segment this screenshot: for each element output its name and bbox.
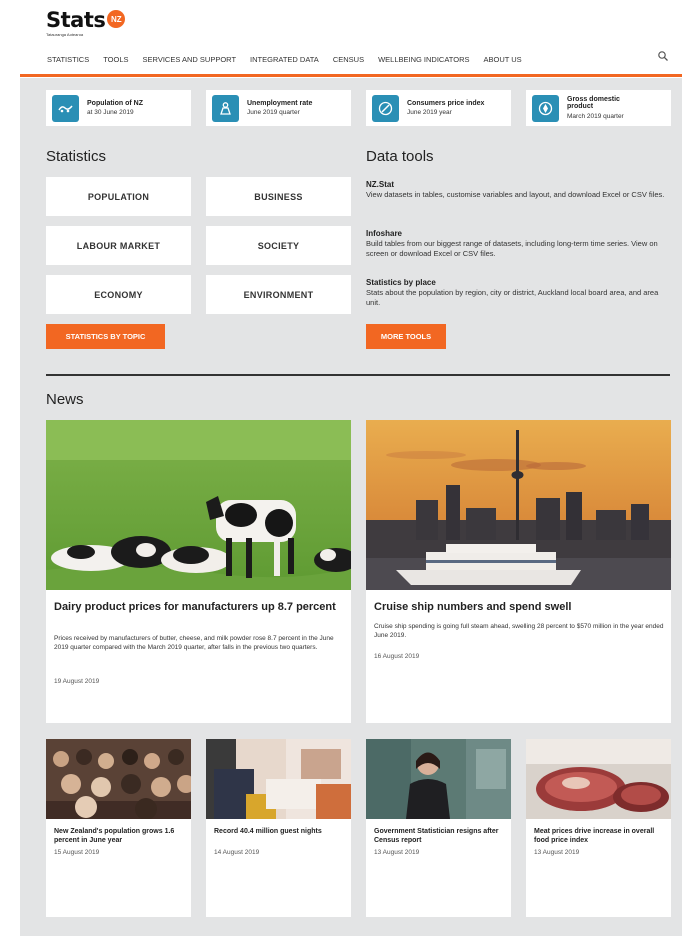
cpi-icon [372, 94, 399, 122]
tool-title: Statistics by place [366, 278, 436, 287]
tool-nz-stat[interactable]: NZ.Stat View datasets in tables, customi… [366, 180, 666, 200]
tile-cpi[interactable]: Consumers price index June 2019 year [366, 90, 511, 126]
tool-description: Build tables from our biggest range of d… [366, 239, 658, 258]
news-date: 14 August 2019 [214, 849, 260, 856]
news-title[interactable]: New Zealand's population grows 1.6 perce… [54, 827, 186, 846]
nav-statistics[interactable]: STATISTICS [47, 55, 89, 64]
logo-wordmark: Stats [46, 8, 106, 32]
category-business[interactable]: BUSINESS [206, 177, 351, 216]
tile-population[interactable]: Population of NZ at 30 June 2019 [46, 90, 191, 126]
government-statistician-image [366, 739, 511, 819]
tile-gdp[interactable]: Gross domestic product March 2019 quarter [526, 90, 671, 126]
news-title[interactable]: Record 40.4 million guest nights [214, 827, 346, 836]
news-date: 15 August 2019 [54, 849, 100, 856]
news-card-guest-nights[interactable]: Record 40.4 million guest nights 14 Augu… [206, 739, 351, 917]
news-date: 13 August 2019 [374, 849, 420, 856]
news-description: Prices received by manufacturers of butt… [54, 635, 334, 652]
category-society[interactable]: SOCIETY [206, 226, 351, 265]
news-date: 16 August 2019 [374, 653, 420, 660]
tile-subtitle: June 2019 quarter [247, 109, 300, 117]
tool-title: Infoshare [366, 229, 403, 238]
statistics-by-topic-button[interactable]: STATISTICS BY TOPIC [46, 324, 165, 349]
news-card-dairy[interactable]: Dairy product prices for manufacturers u… [46, 420, 351, 723]
news-card-meat-prices[interactable]: Meat prices drive increase in overall fo… [526, 739, 671, 917]
meat-image [526, 739, 671, 819]
auckland-skyline-cruise-image [366, 420, 671, 590]
news-title[interactable]: Government Statistician resigns after Ce… [374, 827, 506, 846]
tool-title: NZ.Stat [366, 180, 394, 189]
category-population[interactable]: POPULATION [46, 177, 191, 216]
nav-about-us[interactable]: ABOUT US [483, 55, 521, 64]
nav-census[interactable]: CENSUS [333, 55, 364, 64]
logo-subtitle: Tatauranga Aotearoa [46, 32, 84, 37]
news-heading: News [46, 391, 84, 408]
crowd-image [46, 739, 191, 819]
news-description: Cruise ship spending is going full steam… [374, 623, 664, 640]
data-tools-heading: Data tools [366, 148, 434, 165]
news-date: 13 August 2019 [534, 849, 580, 856]
main-nav: STATISTICS TOOLS SERVICES AND SUPPORT IN… [47, 55, 522, 64]
nav-wellbeing-indicators[interactable]: WELLBEING INDICATORS [378, 55, 469, 64]
population-icon [52, 94, 79, 122]
news-card-population[interactable]: New Zealand's population grows 1.6 perce… [46, 739, 191, 917]
header-accent-rule [20, 74, 682, 77]
tool-statistics-by-place[interactable]: Statistics by place Stats about the popu… [366, 278, 666, 308]
nav-services-and-support[interactable]: SERVICES AND SUPPORT [143, 55, 237, 64]
nav-tools[interactable]: TOOLS [103, 55, 128, 64]
tile-subtitle: March 2019 quarter [567, 113, 624, 121]
category-economy[interactable]: ECONOMY [46, 275, 191, 314]
tool-description: View datasets in tables, customise varia… [366, 190, 665, 199]
news-title[interactable]: Dairy product prices for manufacturers u… [54, 600, 344, 614]
more-tools-button[interactable]: MORE TOOLS [366, 324, 446, 349]
statistics-heading: Statistics [46, 148, 107, 165]
news-title[interactable]: Cruise ship numbers and spend swell [374, 600, 664, 614]
stats-nz-logo[interactable]: Stats NZ [46, 8, 126, 32]
news-date: 19 August 2019 [54, 678, 100, 685]
gdp-icon [532, 94, 559, 122]
category-environment[interactable]: ENVIRONMENT [206, 275, 351, 314]
hotel-suitcase-image [206, 739, 351, 819]
category-labour-market[interactable]: LABOUR MARKET [46, 226, 191, 265]
tile-title: Unemployment rate [247, 99, 313, 107]
tile-unemployment[interactable]: Unemployment rate June 2019 quarter [206, 90, 351, 126]
tile-title: Population of NZ [87, 99, 143, 107]
unemployment-icon [212, 94, 239, 122]
tile-subtitle: at 30 June 2019 [87, 109, 134, 117]
cows-in-field-image [46, 420, 351, 590]
tile-title: Consumers price index [407, 99, 485, 107]
tool-description: Stats about the population by region, ci… [366, 288, 659, 307]
nav-integrated-data[interactable]: INTEGRATED DATA [250, 55, 319, 64]
tool-infoshare[interactable]: Infoshare Build tables from our biggest … [366, 229, 666, 259]
news-card-cruise-ship[interactable]: Cruise ship numbers and spend swell Crui… [366, 420, 671, 723]
news-title[interactable]: Meat prices drive increase in overall fo… [534, 827, 666, 846]
section-divider [46, 374, 670, 376]
search-icon[interactable] [657, 50, 669, 62]
news-card-statistician[interactable]: Government Statistician resigns after Ce… [366, 739, 511, 917]
logo-badge: NZ [107, 10, 126, 28]
tile-subtitle: June 2019 year [407, 109, 452, 117]
tile-title: Gross domestic product [567, 95, 620, 111]
